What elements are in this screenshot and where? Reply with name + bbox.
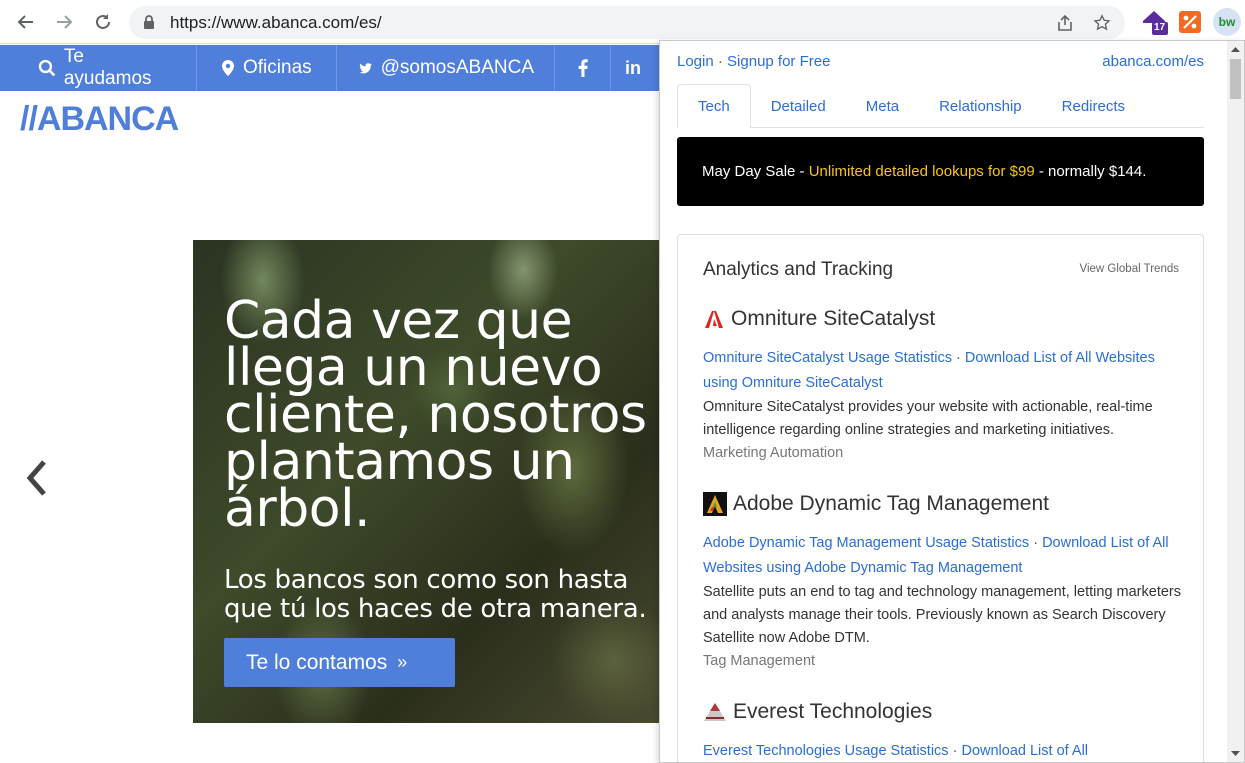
forward-button[interactable]: [50, 8, 78, 36]
address-bar[interactable]: https://www.abanca.com/es/: [129, 6, 1125, 39]
usage-statistics-link[interactable]: Everest Technologies Usage Statistics: [703, 743, 949, 759]
hero-subtitle: Los bancos son como son hasta que tú los…: [224, 566, 660, 624]
tech-description: Satellite puts an end to tag and technol…: [703, 584, 1181, 646]
separator: ·: [1033, 535, 1039, 551]
separator: ·: [952, 743, 958, 759]
tech-links: Everest Technologies Usage Statistics · …: [703, 739, 1183, 762]
domain-link[interactable]: abanca.com/es: [1102, 53, 1204, 70]
url-text: https://www.abanca.com/es/: [170, 13, 382, 32]
auth-links: Login · Signup for Free: [677, 53, 830, 70]
adobe-dtm-icon: [703, 492, 727, 516]
carousel-prev-button[interactable]: [22, 458, 52, 498]
nav-oficinas[interactable]: Oficinas: [197, 45, 337, 91]
tab-tech[interactable]: Tech: [677, 84, 751, 129]
tech-name-text: Omniture SiteCatalyst: [731, 307, 936, 330]
tab-redirects[interactable]: Redirects: [1042, 84, 1145, 128]
nav-label: Oficinas: [243, 57, 312, 78]
nav-label: Te ayudamos: [63, 46, 152, 89]
adobe-icon: [703, 308, 725, 330]
abanca-logo[interactable]: //ABANCA: [20, 100, 179, 139]
builtwith-popup: Login · Signup for Free abanca.com/es Te…: [659, 40, 1245, 763]
tech-name: Everest Technologies: [703, 697, 1183, 727]
tech-name: Omniture SiteCatalyst: [703, 304, 1183, 334]
tab-detailed[interactable]: Detailed: [751, 84, 846, 128]
nav-linkedin[interactable]: in: [611, 45, 660, 91]
view-global-trends-link[interactable]: View Global Trends: [1079, 263, 1179, 275]
double-chevron-right-icon: »: [397, 652, 408, 672]
arrow-right-icon: [57, 15, 73, 29]
back-button[interactable]: [12, 8, 40, 36]
banner-prefix: May Day Sale -: [702, 163, 809, 180]
banner-highlight: Unlimited detailed lookups for $99: [808, 163, 1035, 180]
twitter-icon: [359, 62, 372, 73]
usage-statistics-link[interactable]: Omniture SiteCatalyst Usage Statistics: [703, 350, 952, 366]
star-icon[interactable]: [1091, 12, 1113, 34]
tech-name-text: Everest Technologies: [733, 700, 933, 723]
nav-te-ayudamos[interactable]: Te ayudamos: [0, 45, 197, 91]
tech-description: Omniture SiteCatalyst provides your webs…: [703, 399, 1153, 438]
tech-name: Adobe Dynamic Tag Management: [703, 489, 1183, 519]
te-lo-contamos-button[interactable]: Te lo contamos »: [224, 638, 455, 687]
tech-category: Marketing Automation: [703, 445, 844, 461]
builtwith-extension-button[interactable]: bw: [1213, 8, 1241, 36]
tech-item: Omniture SiteCatalyst Omniture SiteCatal…: [703, 304, 1183, 465]
sale-banner[interactable]: May Day Sale - Unlimited detailed lookup…: [677, 137, 1204, 206]
tech-links: Omniture SiteCatalyst Usage Statistics ·…: [703, 346, 1183, 396]
banner-suffix: - normally $144.: [1034, 163, 1147, 180]
search-icon: [38, 59, 56, 77]
hero-subtitle-line: que tú los haces de otra manera.: [224, 594, 647, 624]
nav-facebook[interactable]: [555, 45, 611, 91]
chevron-left-icon: [26, 460, 46, 496]
nav-twitter[interactable]: @somosABANCA: [337, 45, 555, 91]
hero-banner: Cada vez que llega un nuevo cliente, nos…: [193, 240, 660, 723]
popup-tabs: Tech Detailed Meta Relationship Redirect…: [677, 84, 1204, 129]
scroll-thumb[interactable]: [1230, 59, 1241, 99]
site-nav-bar: Te ayudamos Oficinas @somosABANCA in: [0, 45, 660, 91]
tab-meta[interactable]: Meta: [846, 84, 919, 128]
download-list-link[interactable]: Download List of All: [961, 743, 1088, 759]
linkedin-icon: in: [625, 57, 641, 78]
facebook-icon: [578, 59, 588, 77]
popup-scrollbar[interactable]: [1227, 41, 1244, 762]
extension-badge: 17: [1154, 22, 1166, 33]
hero-button-label: Te lo contamos: [246, 650, 388, 674]
scroll-up-icon[interactable]: [1227, 43, 1244, 57]
usage-statistics-link[interactable]: Adobe Dynamic Tag Management Usage Stati…: [703, 535, 1029, 551]
reload-icon: [96, 14, 110, 29]
lock-icon: [144, 15, 154, 29]
map-pin-icon: [222, 60, 234, 76]
tech-item: Adobe Dynamic Tag Management Adobe Dynam…: [703, 489, 1183, 673]
scroll-down-icon[interactable]: [1227, 746, 1244, 760]
share-icon[interactable]: [1054, 12, 1076, 34]
separator: ·: [717, 53, 723, 70]
builtwith-icon: bw: [1218, 15, 1236, 29]
percent-extension-icon[interactable]: [1176, 8, 1204, 36]
extension-notification-icon[interactable]: 17: [1140, 8, 1168, 36]
tech-name-text: Adobe Dynamic Tag Management: [733, 492, 1049, 515]
tech-item: Everest Technologies Everest Technologie…: [703, 697, 1183, 762]
login-link[interactable]: Login: [677, 53, 714, 70]
separator: ·: [956, 350, 961, 366]
hero-title: Cada vez que llega un nuevo cliente, nos…: [224, 295, 660, 539]
browser-toolbar: https://www.abanca.com/es/ 17 bw: [0, 0, 1245, 44]
arrow-left-icon: [17, 15, 33, 29]
tech-category: Tag Management: [703, 653, 816, 669]
section-title: Analytics and Tracking: [703, 259, 894, 280]
nav-label: @somosABANCA: [380, 57, 534, 78]
signup-link[interactable]: Signup for Free: [727, 53, 830, 70]
analytics-card: Analytics and Tracking View Global Trend…: [677, 234, 1204, 762]
reload-button[interactable]: [89, 8, 117, 36]
tech-links: Adobe Dynamic Tag Management Usage Stati…: [703, 531, 1183, 581]
everest-icon: [704, 703, 726, 721]
tab-relationship[interactable]: Relationship: [919, 84, 1042, 128]
hero-title-line: árbol.: [224, 479, 371, 539]
hero-subtitle-line: Los bancos son como son hasta: [224, 565, 629, 595]
